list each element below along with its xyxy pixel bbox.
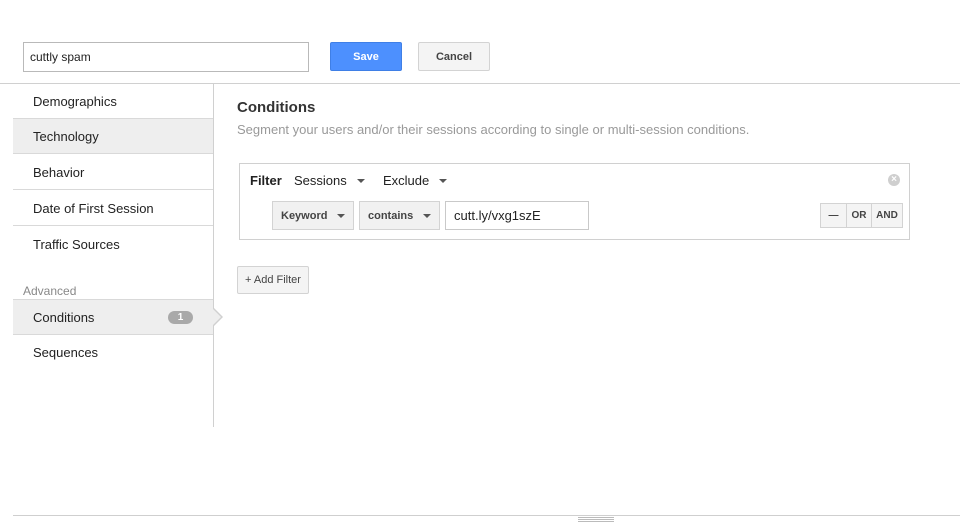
sidebar-item-date-of-first-session[interactable]: Date of First Session — [13, 191, 213, 226]
page-title: Conditions — [237, 99, 316, 116]
logic-button-group: — OR AND — [820, 203, 903, 228]
and-button[interactable]: AND — [872, 204, 902, 227]
sidebar-item-conditions[interactable]: Conditions 1 — [13, 299, 213, 335]
conditions-count-badge: 1 — [168, 311, 193, 324]
filter-label: Filter — [250, 173, 282, 188]
bottom-divider — [13, 515, 960, 516]
scope-dropdown[interactable]: Sessions — [294, 173, 365, 188]
caret-down-icon — [439, 178, 448, 183]
filter-value-input[interactable] — [445, 201, 589, 230]
filter-card: Filter Sessions Exclude × Keyword contai… — [239, 163, 910, 240]
sidebar-item-label: Sequences — [33, 345, 99, 360]
mode-dropdown[interactable]: Exclude — [383, 173, 448, 188]
sidebar-divider — [213, 84, 214, 427]
sidebar-item-behavior[interactable]: Behavior — [13, 155, 213, 190]
operator-select[interactable]: contains — [359, 201, 440, 230]
mode-dropdown-label: Exclude — [383, 173, 430, 188]
caret-down-icon — [423, 214, 431, 218]
sidebar-item-label: Conditions — [33, 309, 95, 325]
close-circle-icon[interactable]: × — [888, 174, 900, 186]
page-subtitle: Segment your users and/or their sessions… — [237, 122, 750, 137]
add-filter-button[interactable]: + Add Filter — [237, 266, 309, 294]
caret-down-icon — [356, 178, 365, 183]
sidebar-item-label: Traffic Sources — [33, 237, 120, 252]
sidebar-item-label: Demographics — [33, 93, 117, 109]
sidebar-item-demographics[interactable]: Demographics — [13, 84, 213, 119]
save-button[interactable]: Save — [330, 42, 402, 71]
resize-grip-icon[interactable] — [578, 517, 614, 522]
or-button[interactable]: OR — [847, 204, 872, 227]
sidebar-item-label: Behavior — [33, 164, 85, 180]
scope-dropdown-label: Sessions — [294, 173, 347, 188]
sidebar-item-technology[interactable]: Technology — [13, 119, 213, 154]
sidebar-item-label: Date of First Session — [33, 200, 154, 216]
caret-down-icon — [337, 214, 345, 218]
active-item-pointer-fill — [212, 308, 221, 326]
remove-condition-button[interactable]: — — [821, 204, 847, 227]
sidebar-item-traffic-sources[interactable]: Traffic Sources — [13, 227, 213, 262]
dimension-select[interactable]: Keyword — [272, 201, 354, 230]
segment-sidebar: Demographics Technology Behavior Date of… — [13, 84, 213, 427]
sidebar-item-sequences[interactable]: Sequences — [13, 335, 213, 370]
segment-name-input[interactable] — [23, 42, 309, 72]
sidebar-item-label: Technology — [33, 128, 99, 144]
advanced-heading: Advanced — [23, 284, 77, 298]
cancel-button[interactable]: Cancel — [418, 42, 490, 71]
operator-select-label: contains — [368, 209, 414, 222]
dimension-select-label: Keyword — [281, 209, 328, 222]
